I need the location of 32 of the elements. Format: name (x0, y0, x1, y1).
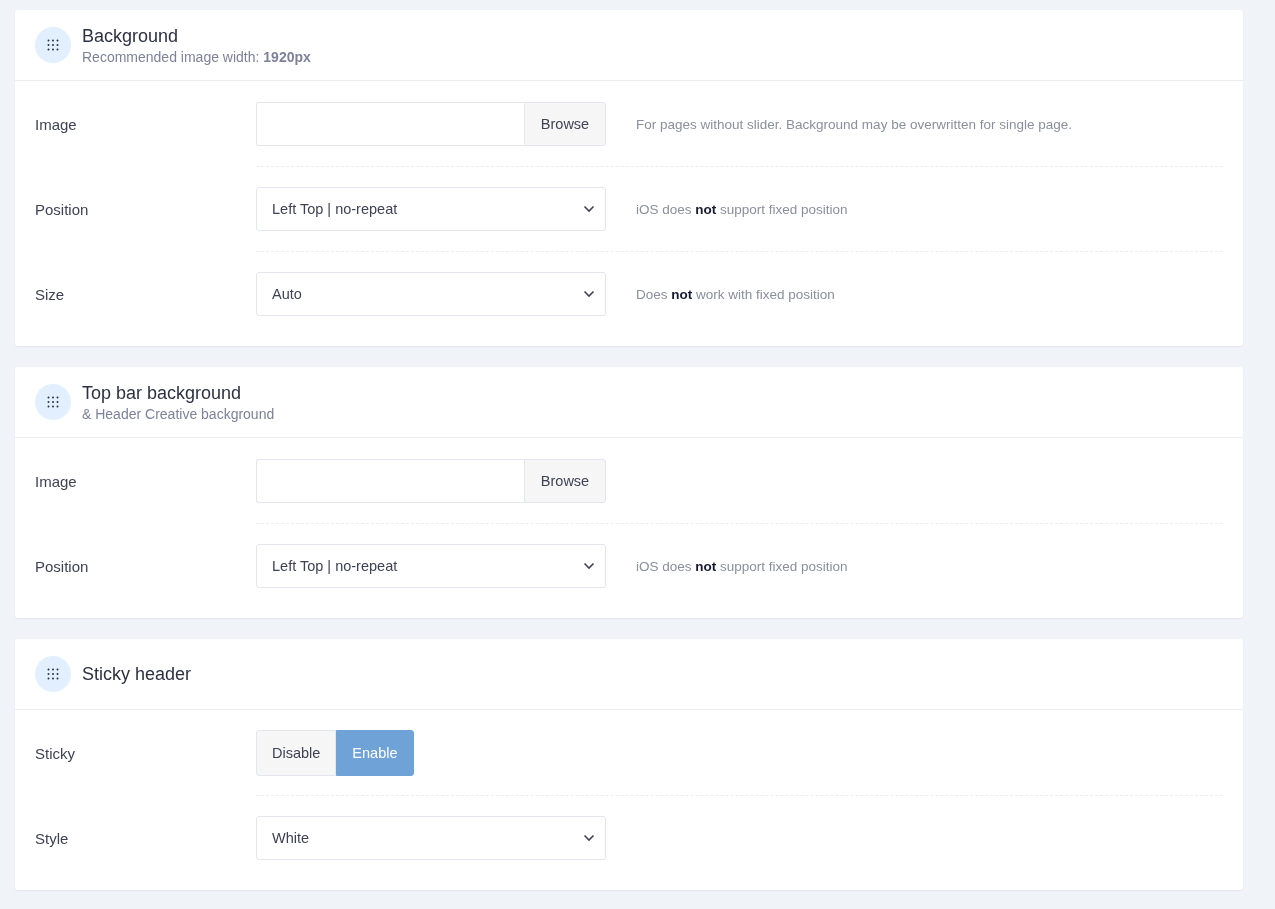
section-subtitle: Recommended image width: 1920px (82, 48, 311, 65)
section-title: Sticky header (82, 663, 192, 685)
browse-button[interactable]: Browse (524, 102, 606, 146)
section-title: Top bar background (82, 382, 243, 404)
field-label: Position (35, 200, 90, 218)
field-label: Image (35, 472, 78, 490)
field-hint: Does not work with fixed position (636, 286, 835, 302)
browse-button[interactable]: Browse (524, 459, 606, 503)
drag-handle-icon[interactable] (35, 656, 71, 692)
select-dropdown[interactable]: White (256, 816, 606, 860)
image-path-field[interactable] (256, 459, 524, 503)
section-subtitle: & Header Creative background (82, 405, 275, 422)
field-label: Sticky (35, 744, 76, 762)
field-label: Style (35, 829, 70, 847)
drag-handle-icon[interactable] (35, 27, 71, 63)
field-hint: iOS does not support fixed position (636, 558, 848, 574)
field-label: Image (35, 115, 78, 133)
field-hint: iOS does not support fixed position (636, 201, 848, 217)
select-dropdown[interactable]: Left Top | no-repeat (256, 187, 606, 231)
toggle-option[interactable]: Disable (256, 730, 337, 776)
chevron-down-icon (583, 205, 595, 213)
field-label: Position (35, 557, 90, 575)
select-dropdown[interactable]: Auto (256, 272, 606, 316)
drag-handle-icon[interactable] (35, 384, 71, 420)
chevron-down-icon (583, 834, 595, 842)
select-dropdown[interactable]: Left Top | no-repeat (256, 544, 606, 588)
field-hint: For pages without slider. Background may be overwritten for single page. (636, 116, 1072, 132)
chevron-down-icon (583, 290, 595, 298)
section-title: Background (82, 25, 180, 47)
field-label: Size (35, 285, 66, 303)
image-path-field[interactable] (256, 102, 524, 146)
chevron-down-icon (583, 562, 595, 570)
